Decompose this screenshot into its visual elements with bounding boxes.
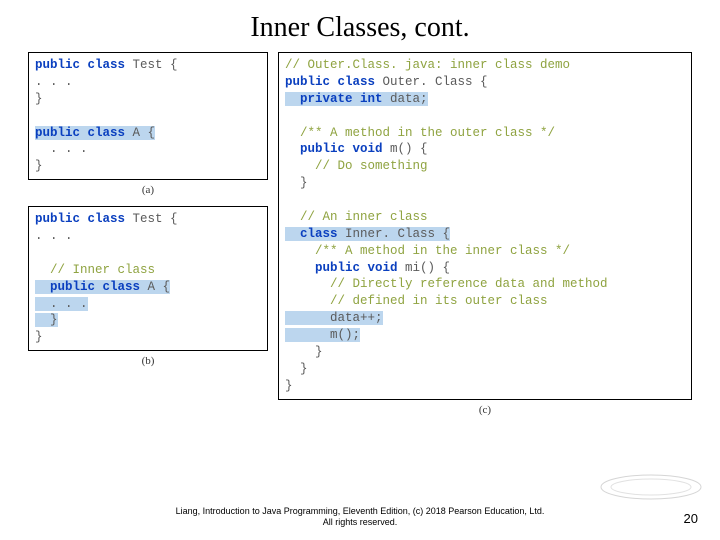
blank bbox=[35, 246, 43, 260]
comment: // Do something bbox=[285, 159, 428, 173]
kw: public class bbox=[35, 280, 148, 294]
code-box-c: // Outer.Class. java: inner class demo p… bbox=[278, 52, 692, 400]
kw: public class bbox=[285, 75, 383, 89]
page-number: 20 bbox=[684, 511, 698, 526]
code-c: // Outer.Class. java: inner class demo p… bbox=[285, 57, 685, 395]
txt: } bbox=[285, 345, 323, 359]
txt: data; bbox=[390, 92, 428, 106]
comment: // An inner class bbox=[285, 210, 428, 224]
txt: Test { bbox=[133, 212, 178, 226]
caption-a: (a) bbox=[28, 184, 268, 196]
txt: } bbox=[35, 92, 43, 106]
caption-b: (b) bbox=[28, 355, 268, 367]
code-b: public class Test { . . . // Inner class… bbox=[35, 211, 261, 346]
kw: public void bbox=[285, 261, 405, 275]
txt: m(); bbox=[285, 328, 360, 342]
txt: . . . bbox=[35, 297, 88, 311]
decorative-swoosh bbox=[596, 462, 706, 512]
left-column: public class Test { . . . } public class… bbox=[28, 52, 268, 426]
txt: Outer. Class { bbox=[383, 75, 488, 89]
txt: m() { bbox=[390, 142, 428, 156]
txt: } bbox=[35, 313, 58, 327]
kw: private int bbox=[285, 92, 390, 106]
txt: . . . bbox=[35, 75, 73, 89]
txt: A { bbox=[148, 280, 171, 294]
kw: class bbox=[285, 227, 345, 241]
comment: /** A method in the outer class */ bbox=[285, 126, 555, 140]
txt: Inner. Class { bbox=[345, 227, 450, 241]
footer-line1: Liang, Introduction to Java Programming,… bbox=[0, 506, 720, 517]
txt: Test { bbox=[133, 58, 178, 72]
txt: } bbox=[285, 362, 308, 376]
caption-c: (c) bbox=[278, 404, 692, 416]
txt: mi() { bbox=[405, 261, 450, 275]
comment: // Directly reference data and method bbox=[285, 277, 608, 291]
kw: public class bbox=[35, 212, 133, 226]
kw: public void bbox=[285, 142, 390, 156]
txt: A { bbox=[133, 126, 156, 140]
txt: } bbox=[285, 176, 308, 190]
comment: // Inner class bbox=[35, 263, 155, 277]
txt: } bbox=[285, 379, 293, 393]
txt: } bbox=[35, 159, 43, 173]
comment: // defined in its outer class bbox=[285, 294, 548, 308]
kw: public class bbox=[35, 58, 133, 72]
footer-line2: All rights reserved. bbox=[0, 517, 720, 528]
right-column: // Outer.Class. java: inner class demo p… bbox=[278, 52, 692, 426]
kw: public class bbox=[35, 126, 133, 140]
comment: /** A method in the inner class */ bbox=[285, 244, 570, 258]
content-area: public class Test { . . . } public class… bbox=[0, 52, 720, 426]
slide-title: Inner Classes, cont. bbox=[0, 0, 720, 52]
txt: data++; bbox=[285, 311, 383, 325]
comment: // Outer.Class. java: inner class demo bbox=[285, 58, 570, 72]
txt: . . . bbox=[35, 229, 73, 243]
code-box-a: public class Test { . . . } public class… bbox=[28, 52, 268, 180]
txt: } bbox=[35, 330, 43, 344]
code-a: public class Test { . . . } public class… bbox=[35, 57, 261, 175]
footer: Liang, Introduction to Java Programming,… bbox=[0, 506, 720, 528]
txt: . . . bbox=[35, 142, 88, 156]
code-box-b: public class Test { . . . // Inner class… bbox=[28, 206, 268, 351]
